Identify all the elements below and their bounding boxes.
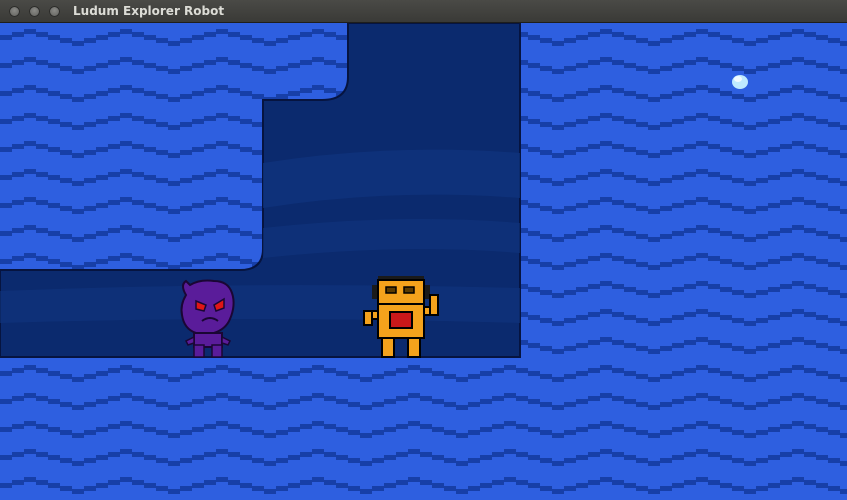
maximize-window-button[interactable] [49,6,60,17]
game-canvas[interactable] [0,23,847,500]
close-window-button[interactable] [9,6,20,17]
light-orb [732,75,748,89]
game-viewport[interactable] [0,23,847,500]
title-bar: Ludum Explorer Robot [0,0,847,23]
window-title: Ludum Explorer Robot [73,4,225,18]
game-window: Ludum Explorer Robot [0,0,847,500]
minimize-window-button[interactable] [29,6,40,17]
